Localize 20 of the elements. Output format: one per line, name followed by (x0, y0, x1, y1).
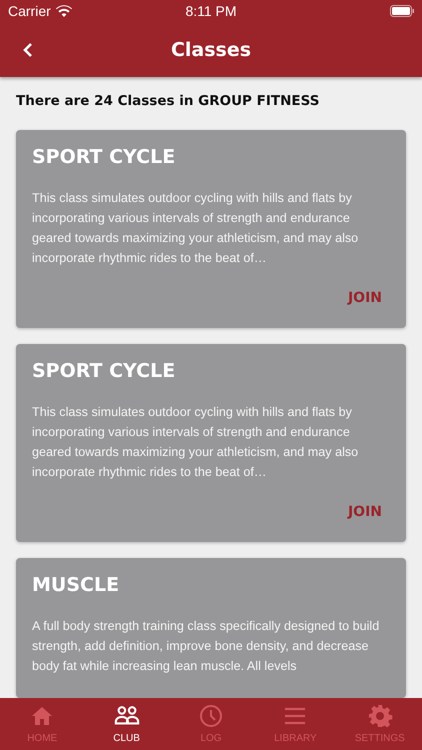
class-name: MUSCLE (32, 574, 120, 596)
class-name: SPORT CYCLE (32, 360, 176, 382)
class-card[interactable] (16, 344, 406, 542)
class-card[interactable]: MUSCLE A full body strength training class specifically designed to build strength, add definition, improve bone density, and decrease body fat while increasing lean muscle. All levels (16, 558, 406, 698)
join-button[interactable]: JOIN (348, 290, 390, 306)
class-name: SPORT CYCLE (32, 146, 176, 168)
class-count-heading: There are 24 Classes in GROUP FITNESS (16, 93, 320, 110)
battery-icon (390, 5, 414, 17)
wifi-icon (56, 5, 72, 17)
class-description: A full body strength training class specifically designed to build strength, add definition, improve bone density, and decrease body fat while increasing lean muscle. All levels (32, 618, 380, 675)
status-time: 8:11 PM (185, 3, 237, 19)
class-description: This class simulates outdoor cycling with hills and flats by incorporating various intervals of strength and endurance geared towards maximizing your athleticism, and may also incorporate rhythmic rides to the beat of… (32, 190, 360, 267)
carrier-label: Carrier (8, 3, 51, 19)
tab-bar-item[interactable]: CLUB (84, 698, 169, 750)
clock-icon (198, 704, 224, 728)
class-card[interactable] (16, 130, 406, 328)
class-description: This class simulates outdoor cycling with hills and flats by incorporating various intervals of strength and endurance geared towards maximizing your athleticism, and may also incorporate rhythmic rides to the beat of… (32, 404, 360, 481)
screen-title: Classes (170, 38, 252, 60)
settings-icon (366, 704, 393, 728)
join-button[interactable]: JOIN (348, 504, 390, 520)
